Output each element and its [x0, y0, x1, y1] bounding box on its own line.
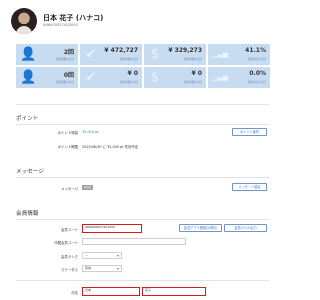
- points-section-title: ポイント: [16, 116, 39, 122]
- stat-value: 0回: [63, 72, 74, 79]
- stat-label: 利用割合の合計: [247, 58, 266, 61]
- member-name: 日本 花子 (ハナコ): [43, 14, 104, 22]
- points-expiry-label: ポイント期限: [57, 145, 78, 149]
- avatar: [11, 8, 37, 34]
- member-label-output-button[interactable]: 会員ラベル出力: [224, 224, 267, 232]
- bar-chart-icon: ▁▃▅: [212, 73, 229, 81]
- stat-value: 0.0%: [249, 70, 266, 77]
- stat-value: ¥ 472,727: [104, 47, 138, 54]
- stat-value: ¥ 0: [191, 70, 202, 77]
- bar-chart-icon: ▁▃▅: [212, 50, 229, 58]
- profile-header: 日本 花子 (ハナコ) A860000274U3000: [0, 0, 276, 40]
- stat-label: 利用回数の合計: [55, 58, 74, 61]
- stat-label: 利用金額の合計: [183, 81, 202, 84]
- divider: [16, 219, 269, 220]
- name-label: 氏名: [71, 291, 78, 295]
- user-icon: 👤: [20, 70, 37, 85]
- message-section-title: メッセージ: [16, 169, 44, 175]
- divider: [16, 280, 269, 281]
- points-expiry-value: 2025/06/30 に 35,000 pt 失効予定: [82, 145, 139, 149]
- stat-card: ▁▃▅ 0.0% 利用割合の合計: [208, 67, 270, 88]
- member-rank-label: 会員ランク: [61, 255, 78, 259]
- stat-value: 41.1%: [245, 47, 266, 54]
- message-settings-button[interactable]: メッセージ設定: [232, 183, 267, 191]
- stat-label: 利用金額の合計: [183, 58, 202, 61]
- member-code-field[interactable]: A86I0000274U3000: [82, 224, 142, 233]
- user-icon: 👤: [20, 47, 37, 62]
- stat-card: 👤 0回 利用回数の合計: [16, 67, 78, 88]
- stat-label: 利用回数の合計: [55, 81, 74, 84]
- proxy-code-field[interactable]: [82, 238, 186, 245]
- stat-card: ✔ ¥ 0 利用金額の合計: [80, 67, 142, 88]
- check-icon: ✔: [85, 47, 97, 62]
- divider: [16, 124, 269, 125]
- points-action-button[interactable]: ポイント操作: [232, 128, 267, 136]
- status-label: ステータス: [61, 268, 78, 272]
- points-balance-value: 35,000 pt: [82, 130, 99, 134]
- member-id: A860000274U3000: [43, 23, 78, 27]
- member-code-label: 会員コード: [61, 228, 78, 232]
- stat-card: ✔ ¥ 472,727 利用金額の合計: [80, 44, 142, 65]
- stat-card: ▁▃▅ 41.1% 利用割合の合計: [208, 44, 270, 65]
- divider: [16, 104, 269, 105]
- stat-label: 利用金額の合計: [119, 58, 138, 61]
- status-select[interactable]: 有効: [82, 265, 122, 272]
- dollar-icon: $: [150, 70, 160, 85]
- app-registration-qr-button[interactable]: 会員アプリ登録QR表示: [179, 224, 222, 232]
- stat-card: 👤 2回 利用回数の合計: [16, 44, 78, 65]
- member-rank-select[interactable]: －: [82, 252, 122, 259]
- points-balance-label: ポイント残高: [57, 131, 78, 135]
- message-label: メッセージ: [61, 187, 78, 191]
- stat-card: $ ¥ 329,273 利用金額の合計: [144, 44, 206, 65]
- divider: [16, 177, 269, 178]
- proxy-code-label: 代替会員コード: [54, 241, 78, 245]
- last-name-field[interactable]: 日本: [82, 287, 140, 296]
- stat-label: 利用割合の合計: [247, 81, 266, 84]
- first-name-field[interactable]: 花子: [142, 287, 206, 296]
- stat-card: $ ¥ 0 利用金額の合計: [144, 67, 206, 88]
- dollar-icon: $: [150, 47, 160, 62]
- stat-value: 2回: [63, 49, 74, 56]
- check-icon: ✔: [85, 70, 97, 85]
- stat-label: 利用金額の合計: [119, 81, 138, 84]
- stat-value: ¥ 329,273: [168, 47, 202, 54]
- message-status-badge: 未設定: [82, 185, 93, 190]
- member-section-title: 会員情報: [16, 211, 39, 217]
- stat-value: ¥ 0: [127, 70, 138, 77]
